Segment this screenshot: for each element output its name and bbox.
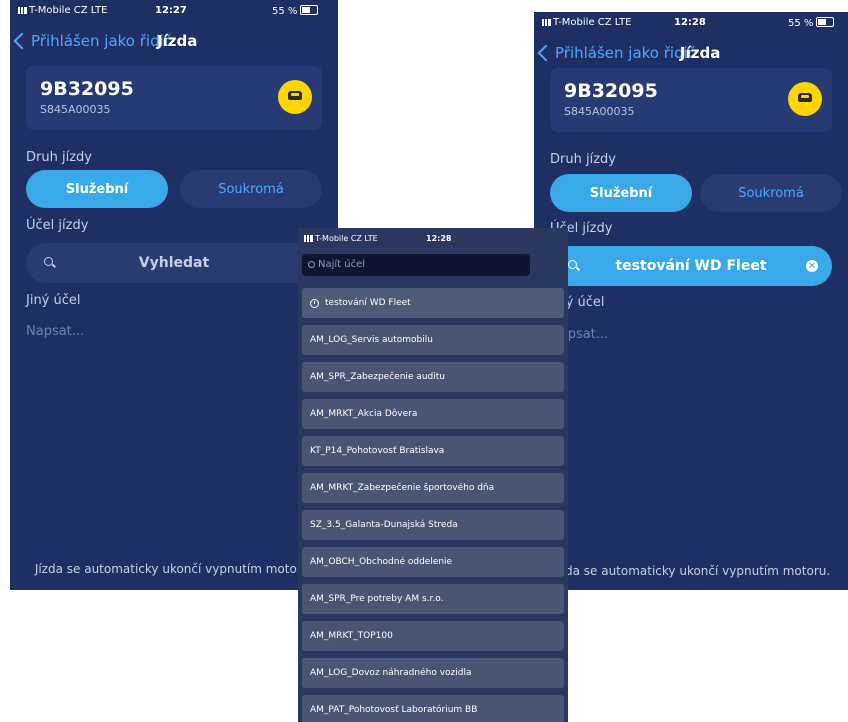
other-purpose-label: Jiný účel (26, 293, 81, 308)
phone-screen-left: T-Mobile CZ LTE 12:27 55 % Přihlášen jak… (10, 0, 338, 590)
search-icon (44, 257, 53, 266)
carrier-label: T-Mobile CZ LTE (553, 17, 632, 28)
trip-type-business[interactable]: Služební (26, 170, 168, 208)
list-item[interactable]: SZ_3.5_Galanta-Dunajská Streda (302, 510, 564, 540)
footer-note: Jízda se automaticky ukončí vypnutím mot… (551, 564, 831, 578)
trip-type-private[interactable]: Soukromá (700, 174, 842, 212)
list-item-recent[interactable]: testování WD Fleet (302, 288, 564, 318)
page-title: Jízda (680, 44, 721, 62)
clock-icon (310, 298, 319, 308)
carrier-label: T-Mobile CZ LTE (29, 5, 108, 16)
trip-type-business[interactable]: Služební (550, 174, 692, 212)
list-item[interactable]: AM_PAT_Pohotovosť Laboratórium BB (302, 695, 564, 722)
search-icon (308, 261, 315, 268)
vehicle-vin: S845A00035 (40, 103, 111, 116)
carrier-label: T-Mobile CZ LTE (315, 234, 378, 243)
chevron-left-icon (13, 32, 31, 50)
search-icon (568, 260, 577, 269)
trip-type-label: Druh jízdy (550, 152, 616, 167)
vehicle-plate: 9B32095 (40, 78, 134, 100)
vehicle-card: 9B32095 S845A00035 (550, 68, 832, 132)
vehicle-card: 9B32095 S845A00035 (26, 66, 322, 130)
nav-bar: Přihlášen jako řidič Jízda (534, 38, 848, 68)
nav-bar: Přihlášen jako řidič Jízda (10, 26, 338, 56)
purpose-filter-input[interactable]: Najít účel (302, 254, 530, 276)
clock-time: 12:27 (155, 5, 187, 16)
status-bar: T-Mobile CZ LTE 12:27 55 % (10, 0, 338, 22)
clear-icon[interactable]: × (806, 260, 818, 272)
purpose-label: Účel jízdy (26, 218, 89, 233)
footer-note: Jízda se automaticky ukončí vypnutím mot… (34, 562, 314, 576)
car-button[interactable] (788, 82, 822, 116)
battery-icon (816, 17, 835, 27)
phone-screen-purpose-picker: T-Mobile CZ LTE 12:28 Najít účel testová… (298, 228, 568, 722)
list-item[interactable]: AM_SPR_Pre potreby AM s.r.o. (302, 584, 564, 614)
purpose-list: testování WD Fleet AM_LOG_Servis automob… (302, 288, 564, 722)
back-label: Přihlášen jako řidič (31, 32, 173, 50)
battery-percent: 55 % (788, 18, 814, 29)
other-purpose-input[interactable]: Napsat... (26, 324, 84, 339)
list-item[interactable]: AM_MRKT_Zabezpečenie športového dňa (302, 473, 564, 503)
car-button[interactable] (278, 80, 312, 114)
phone-screen-right: T-Mobile CZ LTE 12:28 55 % Přihlášen jak… (534, 12, 848, 590)
trip-type-private[interactable]: Soukromá (180, 170, 322, 208)
clock-time: 12:28 (426, 234, 452, 243)
status-bar: T-Mobile CZ LTE 12:28 (298, 228, 568, 246)
search-placeholder: Vyhledat (138, 255, 210, 271)
trip-type-label: Druh jízdy (26, 150, 92, 165)
car-icon (798, 93, 812, 102)
signal-icon (304, 235, 313, 242)
list-item[interactable]: KT_P14_Pohotovosť Bratislava (302, 436, 564, 466)
list-item[interactable]: AM_LOG_Servis automobilu (302, 325, 564, 355)
back-button[interactable]: Přihlášen jako řidič (537, 44, 697, 62)
signal-icon (18, 7, 27, 14)
battery-percent: 55 % (272, 6, 298, 17)
list-item[interactable]: AM_OBCH_Obchodné oddelenie (302, 547, 564, 577)
back-button[interactable]: Přihlášen jako řidič (13, 32, 173, 50)
vehicle-plate: 9B32095 (564, 80, 658, 102)
list-item[interactable]: AM_MRKT_Akcia Dôvera (302, 399, 564, 429)
purpose-search[interactable]: Vyhledat (26, 243, 322, 283)
battery-icon (300, 5, 319, 15)
back-label: Přihlášen jako řidič (555, 44, 697, 62)
clock-time: 12:28 (674, 17, 706, 28)
vehicle-vin: S845A00035 (564, 105, 635, 118)
list-item[interactable]: AM_MRKT_TOP100 (302, 621, 564, 651)
page-title: Jízda (157, 32, 198, 50)
list-item[interactable]: AM_LOG_Dovoz náhradného vozidla (302, 658, 564, 688)
filter-placeholder: Najít účel (318, 259, 366, 270)
list-item-label: testování WD Fleet (325, 298, 411, 308)
chevron-left-icon (537, 44, 555, 62)
search-value: testování WD Fleet (615, 258, 767, 274)
signal-icon (542, 19, 551, 26)
list-item[interactable]: AM_SPR_Zabezpečenie auditu (302, 362, 564, 392)
car-icon (288, 91, 302, 100)
status-bar: T-Mobile CZ LTE 12:28 55 % (534, 12, 848, 34)
purpose-search[interactable]: testování WD Fleet × (550, 246, 832, 286)
